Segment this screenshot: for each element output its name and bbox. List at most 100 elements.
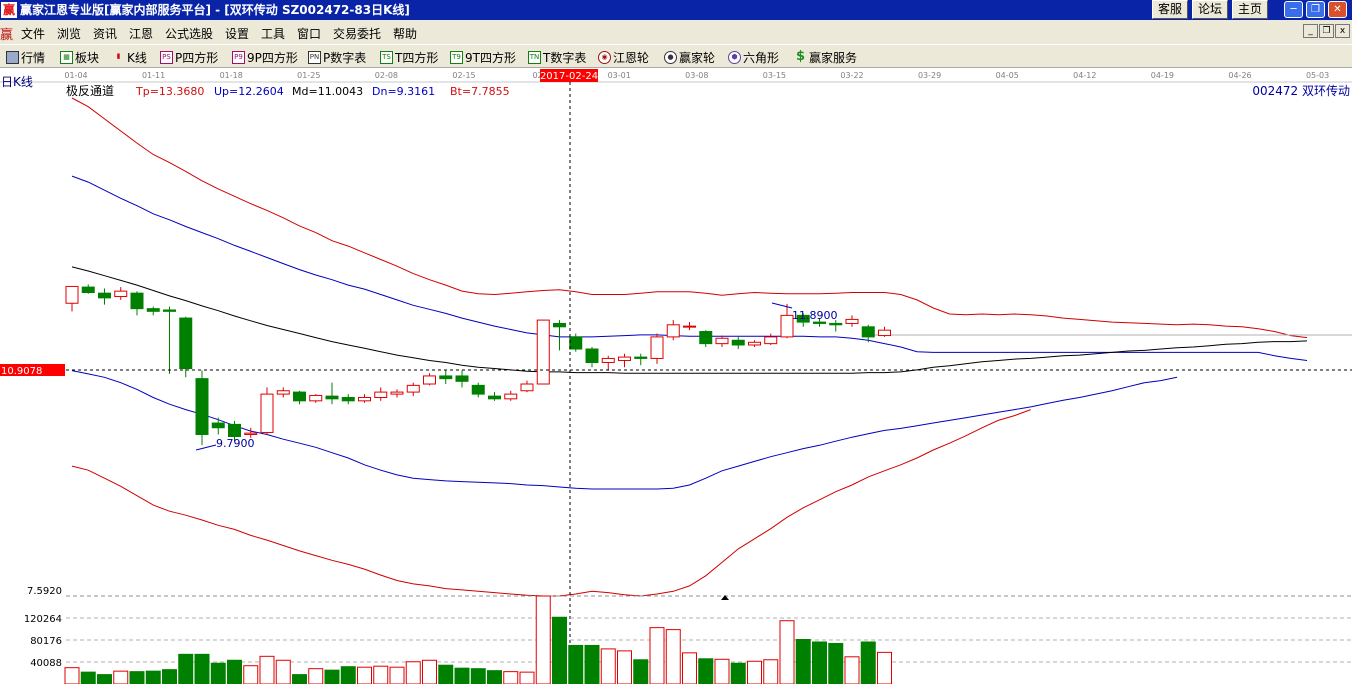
menu-file[interactable]: 文件 xyxy=(21,25,45,42)
customer-service-link[interactable]: 客服 xyxy=(1152,0,1188,19)
menu-settings[interactable]: 设置 xyxy=(225,25,249,42)
tool-kline[interactable]: ▮ K线 xyxy=(112,49,147,65)
date-tick-label: 04-26 xyxy=(1228,71,1251,80)
tool-9p-square[interactable]: P9 9P四方形 xyxy=(232,49,298,65)
menu-trade[interactable]: 交易委托 xyxy=(333,25,381,42)
menu-tools[interactable]: 工具 xyxy=(261,25,285,42)
p9-icon: P9 xyxy=(232,51,245,64)
candle-body xyxy=(715,337,729,345)
candle-body xyxy=(406,384,420,393)
candle-body xyxy=(163,309,176,312)
candle-body xyxy=(488,395,501,400)
menu-formula[interactable]: 公式选股 xyxy=(165,25,213,42)
volume-axis-label-3: 40088 xyxy=(30,658,62,669)
volume-bar xyxy=(113,670,129,684)
candle-body xyxy=(504,393,518,400)
candle-body xyxy=(553,322,566,328)
volume-bar xyxy=(308,668,324,684)
tool-label: 行情 xyxy=(21,51,46,65)
mdi-restore-icon[interactable]: ❐ xyxy=(1319,24,1334,38)
volume-bar xyxy=(503,671,519,684)
indicator-up: Up=12.2604 xyxy=(214,85,284,98)
candle-body xyxy=(601,357,615,363)
candle-body xyxy=(748,341,761,346)
restore-icon[interactable]: ❐ xyxy=(1306,1,1325,18)
ps-icon: PS xyxy=(160,51,173,64)
volume-bar xyxy=(552,616,567,684)
tool-t-square[interactable]: TS T四方形 xyxy=(380,49,438,65)
tool-sector[interactable]: ▦ 板块 xyxy=(60,49,99,65)
candle-body xyxy=(358,396,371,402)
volume-bar xyxy=(324,669,340,684)
indicator-dn: Dn=9.3161 xyxy=(372,85,435,98)
tool-p-square[interactable]: PS P四方形 xyxy=(160,49,218,65)
candle-body xyxy=(423,375,436,385)
chart-background xyxy=(0,68,1352,684)
candle-body xyxy=(520,383,534,392)
volume-bar xyxy=(795,639,811,684)
volume-bar xyxy=(178,653,194,684)
menu-gann[interactable]: 江恩 xyxy=(129,25,153,42)
mdi-close-icon[interactable]: x xyxy=(1335,24,1350,38)
candle-body xyxy=(65,285,79,304)
tool-winner-service[interactable]: $ 赢家服务 xyxy=(794,49,857,65)
tool-9t-square[interactable]: T9 9T四方形 xyxy=(450,49,516,65)
volume-bar xyxy=(373,665,389,684)
app-logo-icon: 赢 xyxy=(1,2,17,18)
stock-name: 002472 双环传动 xyxy=(1252,83,1350,98)
kline-chart[interactable]: 01-0401-1101-1801-2502-0802-1502-203-010… xyxy=(0,68,1352,684)
date-tick-label: 04-12 xyxy=(1073,71,1096,80)
volume-bar xyxy=(80,671,96,684)
volume-bar xyxy=(292,674,307,684)
volume-bar xyxy=(844,656,860,684)
volume-bar xyxy=(389,666,405,684)
candle-body xyxy=(244,432,258,435)
tool-quotes[interactable]: 行情 xyxy=(6,49,45,65)
close-icon[interactable]: ✕ xyxy=(1328,1,1347,18)
tool-gann-wheel[interactable]: ◉ 江恩轮 xyxy=(598,49,649,65)
mdi-minimize-icon[interactable]: _ xyxy=(1303,24,1318,38)
window-title: 赢家江恩专业版[赢家内部服务平台] - [双环传动 SZ002472-83日K线… xyxy=(20,3,410,17)
candle-body xyxy=(634,356,648,359)
volume-bar xyxy=(340,666,356,684)
date-tick-label: 01-25 xyxy=(297,71,320,80)
menu-browse[interactable]: 浏览 xyxy=(57,25,81,42)
volume-bar xyxy=(779,620,795,684)
homepage-link[interactable]: 主页 xyxy=(1232,0,1268,19)
candle-body xyxy=(325,395,339,400)
candle-body xyxy=(699,331,713,345)
menu-help[interactable]: 帮助 xyxy=(393,25,417,42)
candle-body xyxy=(81,286,95,293)
date-tick-label: 01-18 xyxy=(220,71,243,80)
candle-body xyxy=(293,391,306,402)
cursor-date: 2017-02-24 xyxy=(540,71,598,82)
candle-body xyxy=(309,394,323,402)
date-tick-label: 04-05 xyxy=(996,71,1019,80)
volume-bar xyxy=(568,644,584,684)
low-annotation: 9.7900 xyxy=(216,437,255,450)
date-tick-label: 03-22 xyxy=(840,71,863,80)
minimize-icon[interactable]: ─ xyxy=(1284,1,1303,18)
volume-bar xyxy=(860,641,876,684)
title-bar: 赢 赢家江恩专业版[赢家内部服务平台] - [双环传动 SZ002472-83日… xyxy=(0,0,1352,20)
tool-label: 江恩轮 xyxy=(613,51,650,65)
candle-body xyxy=(390,391,404,395)
app-menu-icon[interactable]: 赢 xyxy=(0,24,13,43)
tool-t-table[interactable]: TN T数字表 xyxy=(528,49,586,65)
tool-label: 赢家轮 xyxy=(679,51,716,65)
date-tick-label: 03-08 xyxy=(685,71,708,80)
tool-label: P四方形 xyxy=(175,51,219,65)
candle-body xyxy=(878,329,891,337)
tool-winner-wheel[interactable]: ● 赢家轮 xyxy=(664,49,715,65)
menu-window[interactable]: 窗口 xyxy=(297,25,321,42)
candle-body xyxy=(650,336,664,359)
tool-hexagon[interactable]: ⬢ 六角形 xyxy=(728,49,779,65)
volume-bar xyxy=(129,671,145,684)
forum-link[interactable]: 论坛 xyxy=(1192,0,1228,19)
candle-body xyxy=(471,384,485,395)
tool-p-table[interactable]: PN P数字表 xyxy=(308,49,366,65)
menu-bar: 赢 文件 浏览 资讯 江恩 公式选股 设置 工具 窗口 交易委托 帮助 _ ❐ … xyxy=(0,20,1352,44)
candle-body xyxy=(211,422,225,429)
menu-news[interactable]: 资讯 xyxy=(93,25,117,42)
ts-icon: TS xyxy=(380,51,393,64)
